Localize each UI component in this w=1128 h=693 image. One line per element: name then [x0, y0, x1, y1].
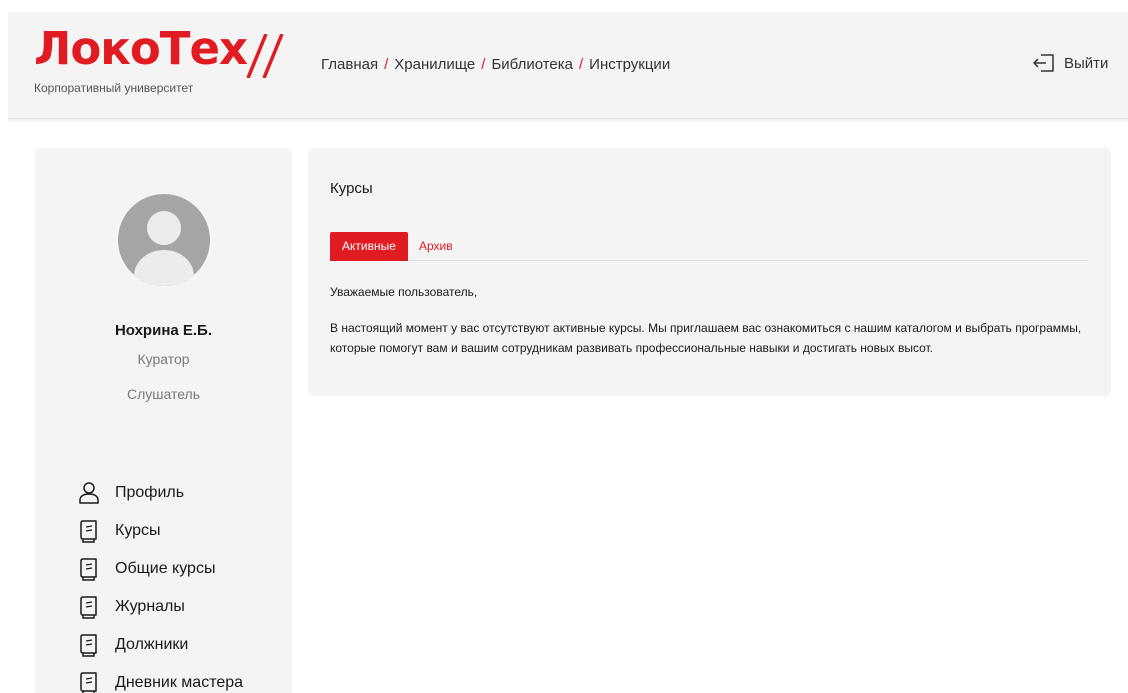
- user-avatar-placeholder: [118, 194, 210, 286]
- sidebar-item-label: Общие курсы: [115, 560, 216, 577]
- nav-separator: /: [481, 56, 486, 73]
- sidebar-item-label: Профиль: [115, 484, 185, 501]
- logout-label: Выйти: [1064, 54, 1109, 72]
- sidebar-item-master-diary[interactable]: Дневник мастера: [77, 664, 243, 693]
- user-role: Слушатель: [126, 386, 201, 402]
- nav-separator: /: [579, 56, 584, 73]
- course-tabs: Активные Архив: [330, 232, 1088, 261]
- logout-button[interactable]: Выйти: [1032, 53, 1108, 73]
- sidebar-item-label: Должники: [115, 636, 189, 653]
- book-icon: [77, 671, 101, 693]
- user-name: Нохрина Е.Б.: [114, 322, 213, 339]
- logout-icon: [1033, 54, 1054, 72]
- logo-slashes-icon: [246, 34, 284, 78]
- sidebar-item-journals[interactable]: Журналы: [77, 588, 243, 626]
- sidebar-item-debtors[interactable]: Должники: [77, 626, 243, 664]
- brand-logo[interactable]: ЛокоТех Корпоративный университет: [34, 26, 284, 100]
- nav-separator: /: [384, 56, 389, 73]
- user-icon: [77, 481, 101, 505]
- courses-card: Курсы Активные Архив Уважаемые пользоват…: [308, 148, 1111, 396]
- empty-state-message: В настоящий момент у вас отсутствуют акт…: [330, 321, 1082, 355]
- sidebar-item-label: Журналы: [115, 598, 185, 615]
- sidebar-item-courses[interactable]: Курсы: [77, 512, 243, 550]
- sidebar-item-common-courses[interactable]: Общие курсы: [77, 550, 243, 588]
- profile-sidebar: Нохрина Е.Б. Куратор Слушатель Профиль К…: [35, 148, 292, 693]
- book-icon: [77, 519, 101, 543]
- sidebar-item-label: Курсы: [115, 522, 161, 539]
- book-icon: [77, 633, 101, 657]
- brand-subtitle: Корпоративный университет: [34, 81, 194, 95]
- nav-link-storage[interactable]: Хранилище: [394, 56, 475, 73]
- header-divider: [8, 118, 1128, 122]
- sidebar-menu: Профиль Курсы Общие курсы Журналы Должни…: [77, 474, 243, 693]
- greeting-text: Уважаемые пользователь,: [330, 285, 478, 299]
- book-icon: [77, 557, 101, 581]
- tab-active-courses[interactable]: Активные: [330, 232, 408, 261]
- sidebar-item-profile[interactable]: Профиль: [77, 474, 243, 512]
- book-icon: [77, 595, 101, 619]
- nav-link-home[interactable]: Главная: [321, 56, 378, 73]
- nav-link-instructions[interactable]: Инструкции: [589, 56, 670, 73]
- page-title: Курсы: [330, 180, 373, 197]
- breadcrumb-nav: Главная / Хранилище / Библиотека / Инструкции: [321, 56, 670, 73]
- brand-name: ЛокоТех: [34, 22, 248, 75]
- sidebar-item-label: Дневник мастера: [115, 674, 244, 691]
- tab-archive[interactable]: Архив: [419, 232, 453, 261]
- nav-link-library[interactable]: Библиотека: [491, 56, 573, 73]
- user-role: Куратор: [137, 351, 190, 367]
